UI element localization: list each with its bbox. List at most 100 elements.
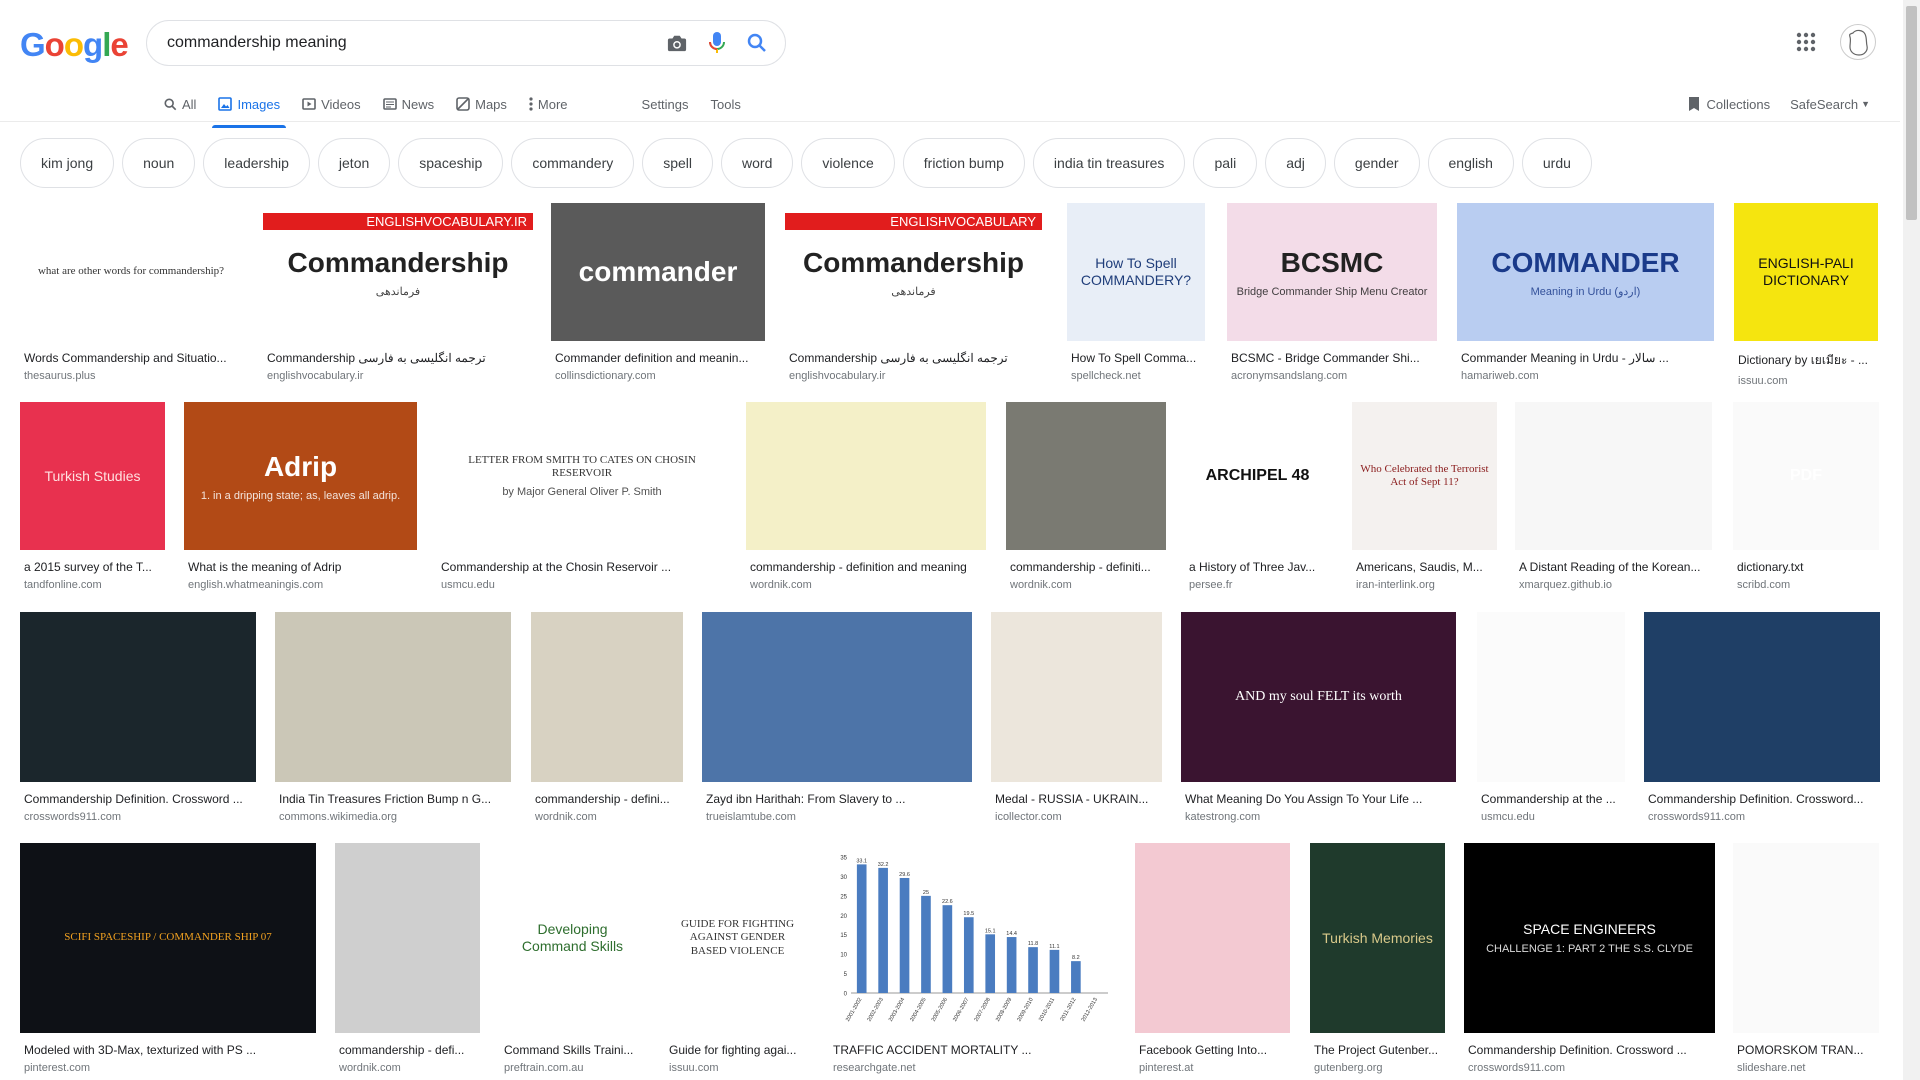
image-result[interactable]: Adrip 1. in a dripping state; as, leaves … — [184, 402, 417, 591]
result-source[interactable]: englishvocabulary.ir — [785, 370, 1042, 382]
image-result[interactable]: PDF dictionary.txt scribd.com — [1733, 402, 1879, 591]
result-source[interactable]: wordnik.com — [531, 811, 683, 823]
result-source[interactable]: slideshare.net — [1733, 1062, 1879, 1074]
result-title[interactable]: BCSMC - Bridge Commander Shi... — [1227, 351, 1437, 365]
image-result[interactable]: Medal - RUSSIA - UKRAIN... icollector.com — [991, 612, 1162, 823]
related-chip[interactable]: commandery — [511, 138, 635, 188]
image-result[interactable]: 0 5 10 15 20 25 30 35 2001-2002 33.1 2002-2003 32.2… — [829, 843, 1116, 1074]
tab-more[interactable]: More — [529, 86, 568, 122]
image-result[interactable]: commandership - definition and meaning wo… — [746, 402, 986, 591]
image-result[interactable]: ARCHIPEL 48 a History of Three Jav... pers… — [1185, 402, 1330, 591]
image-thumbnail[interactable]: 0 5 10 15 20 25 30 35 2001-2002 33.1 2002-2003 32.2… — [829, 843, 1116, 1033]
image-thumbnail[interactable] — [1006, 402, 1166, 550]
search-icon[interactable] — [737, 23, 777, 63]
image-result[interactable]: Who Celebrated the Terrorist Act of Sept… — [1352, 402, 1497, 591]
image-result[interactable]: commandership - defi... wordnik.com — [335, 843, 480, 1074]
result-source[interactable]: crosswords911.com — [1464, 1062, 1715, 1074]
related-chip[interactable]: word — [721, 138, 794, 188]
result-title[interactable]: Commandership Definition. Crossword ... — [1464, 1043, 1715, 1057]
image-result[interactable]: Turkish Studies a 2015 survey of the T...… — [20, 402, 165, 591]
related-chip[interactable]: gender — [1333, 138, 1420, 188]
result-source[interactable]: tandfonline.com — [20, 579, 165, 591]
image-result[interactable]: COMMANDER Meaning in Urdu (اردو) Commander… — [1457, 203, 1714, 382]
image-thumbnail[interactable] — [1477, 612, 1625, 782]
result-title[interactable]: POMORSKOM TRAN... — [1733, 1043, 1879, 1057]
related-chip[interactable]: spaceship — [398, 138, 504, 188]
result-title[interactable]: What is the meaning of Adrip — [184, 560, 417, 574]
image-result[interactable]: commander Commander definition and meanin… — [551, 203, 765, 382]
result-title[interactable]: Command Skills Traini... — [500, 1043, 645, 1057]
result-source[interactable]: hamariweb.com — [1457, 370, 1714, 382]
image-thumbnail[interactable]: Turkish Memories — [1310, 843, 1445, 1033]
tab-videos[interactable]: Videos — [302, 86, 361, 122]
image-result[interactable]: ENGLISHVOCABULARY.IR Commandership فرمانده… — [263, 203, 533, 382]
tab-images[interactable]: Images — [212, 86, 286, 128]
related-chip[interactable]: kim jong — [20, 138, 115, 188]
scrollbar[interactable] — [1903, 0, 1920, 1080]
result-source[interactable]: iran-interlink.org — [1352, 579, 1497, 591]
image-thumbnail[interactable] — [1733, 843, 1879, 1033]
result-title[interactable]: Americans, Saudis, M... — [1352, 560, 1497, 574]
image-thumbnail[interactable]: BCSMC Bridge Commander Ship Menu Creator — [1227, 203, 1437, 341]
image-thumbnail[interactable] — [335, 843, 480, 1033]
result-source[interactable]: commons.wikimedia.org — [275, 811, 511, 823]
result-source[interactable]: pinterest.at — [1135, 1062, 1290, 1074]
image-thumbnail[interactable]: ARCHIPEL 48 — [1185, 402, 1330, 550]
result-source[interactable]: wordnik.com — [1006, 579, 1166, 591]
image-thumbnail[interactable] — [275, 612, 511, 782]
result-title[interactable]: Modeled with 3D-Max, texturized with PS … — [20, 1043, 316, 1057]
related-chip[interactable]: jeton — [317, 138, 391, 188]
image-result[interactable]: GUIDE FOR FIGHTING AGAINST GENDER BASED … — [665, 843, 810, 1074]
image-result[interactable]: A Distant Reading of the Korean... xmarqu… — [1515, 402, 1712, 591]
result-title[interactable]: The Project Gutenber... — [1310, 1043, 1445, 1057]
related-chip[interactable]: friction bump — [902, 138, 1025, 188]
search-input[interactable]: commandership meaning — [167, 34, 657, 52]
result-title[interactable]: Medal - RUSSIA - UKRAIN... — [991, 792, 1162, 806]
result-source[interactable]: thesaurus.plus — [20, 370, 242, 382]
image-thumbnail[interactable] — [20, 612, 256, 782]
result-source[interactable]: icollector.com — [991, 811, 1162, 823]
result-title[interactable]: Commandership at the ... — [1477, 792, 1625, 806]
result-source[interactable]: researchgate.net — [829, 1062, 1116, 1074]
result-source[interactable]: scribd.com — [1733, 579, 1879, 591]
settings-button[interactable]: Settings — [642, 86, 689, 122]
image-result[interactable]: commandership - definiti... wordnik.com — [1006, 402, 1166, 591]
image-thumbnail[interactable]: ENGLISHVOCABULARY.IR Commandership فرمانده… — [263, 203, 533, 341]
result-source[interactable]: crosswords911.com — [1644, 811, 1880, 823]
related-chip[interactable]: adj — [1265, 138, 1326, 188]
tools-button[interactable]: Tools — [711, 86, 741, 122]
result-title[interactable]: Guide for fighting agai... — [665, 1043, 810, 1057]
result-source[interactable]: crosswords911.com — [20, 811, 256, 823]
image-thumbnail[interactable] — [531, 612, 683, 782]
image-result[interactable]: Commandership Definition. Crossword... cr… — [1644, 612, 1880, 823]
result-source[interactable]: spellcheck.net — [1067, 370, 1205, 382]
result-title[interactable]: India Tin Treasures Friction Bump n G... — [275, 792, 511, 806]
result-source[interactable]: issuu.com — [665, 1062, 810, 1074]
result-title[interactable]: commandership - definition and meaning — [746, 560, 986, 574]
image-thumbnail[interactable]: Adrip 1. in a dripping state; as, leaves … — [184, 402, 417, 550]
image-result[interactable]: Facebook Getting Into... pinterest.at — [1135, 843, 1290, 1074]
search-box[interactable]: commandership meaning — [146, 20, 786, 66]
result-source[interactable]: acronymsandslang.com — [1227, 370, 1437, 382]
result-source[interactable]: gutenberg.org — [1310, 1062, 1445, 1074]
image-result[interactable]: SCIFI SPACESHIP / COMMANDER SHIP 07 Model… — [20, 843, 316, 1074]
microphone-icon[interactable] — [697, 23, 737, 63]
image-result[interactable]: AND my soul FELT its worth What Meaning D… — [1181, 612, 1456, 823]
image-thumbnail[interactable] — [1135, 843, 1290, 1033]
result-title[interactable]: Commandership Definition. Crossword... — [1644, 792, 1880, 806]
image-thumbnail[interactable] — [1644, 612, 1880, 782]
image-thumbnail[interactable]: Turkish Studies — [20, 402, 165, 550]
result-source[interactable]: wordnik.com — [746, 579, 986, 591]
image-result[interactable]: India Tin Treasures Friction Bump n G...… — [275, 612, 511, 823]
image-result[interactable]: How To Spell COMMANDERY? How To Spell Com… — [1067, 203, 1205, 382]
image-thumbnail[interactable]: Who Celebrated the Terrorist Act of Sept… — [1352, 402, 1497, 550]
result-source[interactable]: katestrong.com — [1181, 811, 1456, 823]
image-thumbnail[interactable]: ENGLISHVOCABULARY Commandership فرماندهی — [785, 203, 1042, 341]
related-chip[interactable]: spell — [642, 138, 714, 188]
camera-icon[interactable] — [657, 23, 697, 63]
result-title[interactable]: Commander definition and meanin... — [551, 351, 765, 365]
account-avatar[interactable] — [1840, 24, 1876, 60]
result-title[interactable]: Zayd ibn Harithah: From Slavery to ... — [702, 792, 972, 806]
image-thumbnail[interactable] — [1515, 402, 1712, 550]
related-chip[interactable]: india tin treasures — [1032, 138, 1186, 188]
